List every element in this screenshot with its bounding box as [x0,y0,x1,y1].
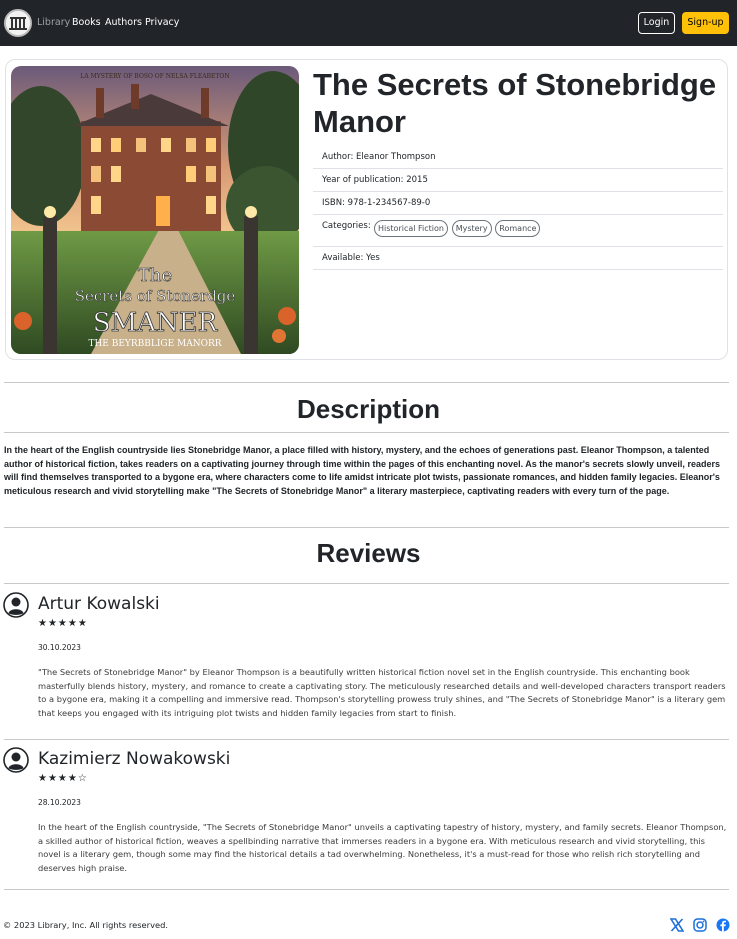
book-cover-image: LA MYSTERY OF BOSO OF NELSA FLEABETON Th… [11,66,299,354]
book-title: The Secrets of Stonebridge Manor [313,67,717,139]
user-avatar-icon [3,747,29,773]
info-row-isbn: ISBN: 978-1-234567-89-0 [313,192,723,215]
year-value: 2015 [406,175,428,185]
category-badge-historical-fiction[interactable]: Historical Fiction [374,220,448,237]
isbn-value: 978-1-234567-89-0 [347,198,431,208]
cover-line2: Secrets of Stonerdge [75,287,236,305]
nav-brand-library[interactable]: Library [37,17,70,28]
rating-stars: ★★★★☆ [38,773,88,784]
navbar: Library Books Authors Privacy Login Sign… [0,0,737,46]
info-row-available: Available: Yes [313,247,723,270]
facebook-icon[interactable] [716,918,730,932]
nav-link-books[interactable]: Books [72,17,101,28]
x-icon[interactable] [670,918,684,932]
cover-line1: The [138,265,172,286]
divider [4,583,729,584]
book-card: LA MYSTERY OF BOSO OF NELSA FLEABETON Th… [5,59,728,360]
divider [4,527,729,528]
divider [4,382,729,383]
isbn-label: ISBN: [322,198,345,208]
cover-line3: SMANER [93,308,219,338]
cover-top-text: LA MYSTERY OF BOSO OF NELSA FLEABETON [80,73,229,80]
nav-link-authors[interactable]: Authors [105,17,142,28]
info-row-categories: Categories: Historical Fiction Mystery R… [313,215,723,247]
category-badge-romance[interactable]: Romance [495,220,541,237]
category-badge-mystery[interactable]: Mystery [451,220,492,237]
info-row-author: Author: Eleanor Thompson [313,146,723,169]
copyright-text: © 2023 Library, Inc. All rights reserved… [3,920,168,930]
author-label: Author: [322,152,354,162]
divider [4,432,729,433]
login-button[interactable]: Login [638,12,675,34]
year-label: Year of publication: [322,175,404,185]
nav-link-privacy[interactable]: Privacy [145,17,179,28]
library-logo-icon[interactable] [4,9,32,37]
author-value: Eleanor Thompson [356,152,436,162]
description-text: In the heart of the English countryside … [4,445,720,496]
reviewer-name: Kazimierz Nowakowski [38,749,231,769]
cover-subtitle: THE BEYRBBLIGE MANORR [88,339,221,349]
reviewer-name: Artur Kowalski [38,594,160,614]
footer-divider [4,889,729,890]
available-label: Available: [322,253,364,263]
instagram-icon[interactable] [693,918,707,932]
review-text: "The Secrets of Stonebridge Manor" by El… [38,667,726,718]
review-text: In the heart of the English countryside,… [38,822,727,873]
divider [4,739,729,740]
available-value: Yes [366,253,380,263]
book-info-list: Author: Eleanor Thompson Year of publica… [313,146,723,270]
reviews-heading: Reviews [316,538,421,568]
rating-stars: ★★★★★ [38,618,88,629]
description-heading: Description [296,394,441,424]
categories-label: Categories: [322,221,371,231]
review-date: 28.10.2023 [38,798,81,807]
info-row-year: Year of publication: 2015 [313,169,723,192]
user-avatar-icon [3,592,29,618]
review-date: 30.10.2023 [38,643,81,652]
signup-button[interactable]: Sign-up [682,12,729,34]
